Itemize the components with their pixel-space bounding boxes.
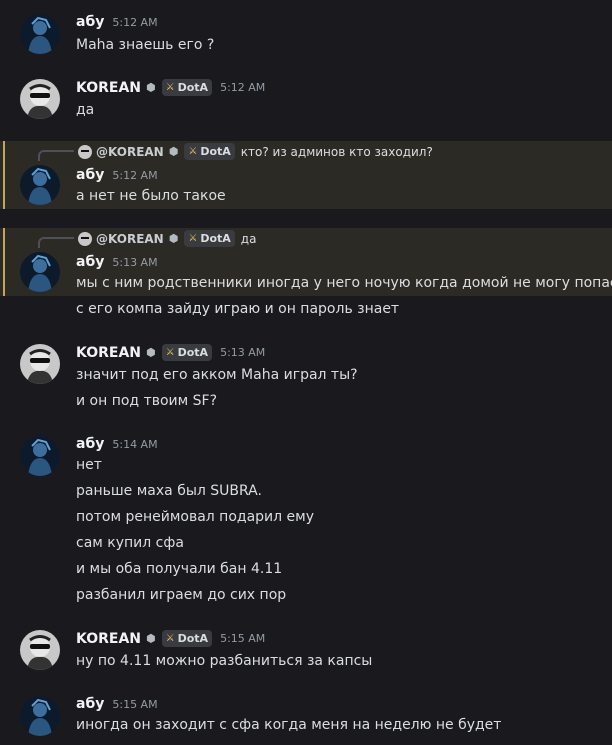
message-text: разбанил играем до сих пор <box>76 587 287 603</box>
message-text: иногда он заходит с сфа когда меня на не… <box>76 717 502 733</box>
timestamp: 5:14 AM <box>112 437 158 451</box>
reply-author[interactable]: @KOREAN <box>96 232 164 246</box>
author-name[interactable]: KOREAN <box>76 631 141 647</box>
avatar-abu[interactable] <box>20 436 60 476</box>
server-tag[interactable]: ⚔ DotA <box>161 344 213 361</box>
author-name[interactable]: абу <box>76 436 104 452</box>
message-text: раньше маха был SUBRA. <box>76 483 262 499</box>
shield-icon: ⬢ <box>168 232 179 245</box>
message: абу 5:14 AM нет раньше маха был SUBRA. п… <box>0 428 612 618</box>
reply-avatar <box>78 231 92 246</box>
message: абу 5:12 AM Maha знаешь его ? <box>0 0 612 70</box>
reply-text[interactable]: кто? из админов кто заходил? <box>241 145 433 159</box>
author-name[interactable]: KOREAN <box>76 80 141 96</box>
author-name[interactable]: абу <box>76 14 104 30</box>
reply-reference[interactable]: @KOREAN ⬢ ⚔ DotA да <box>38 229 256 248</box>
reply-spine <box>38 150 74 161</box>
reply-text[interactable]: да <box>241 232 257 246</box>
message-text: с его компа зайду играю и он пароль знае… <box>76 301 400 317</box>
server-tag[interactable]: ⚔ DotA <box>184 230 235 247</box>
message-text: и он под твоим SF? <box>76 393 218 409</box>
message: KOREAN ⬢ ⚔ DotA 5:13 AM значит под его ак… <box>0 336 612 426</box>
timestamp: 5:13 AM <box>220 346 266 359</box>
message-continuation: с его компа зайду играю и он пароль знае… <box>0 296 612 326</box>
message-text: Maha знаешь его ? <box>76 37 215 53</box>
tag-label: DotA <box>200 232 231 245</box>
avatar-abu[interactable] <box>20 14 60 54</box>
sword-icon: ⚔ <box>188 233 198 244</box>
message-reply: @KOREAN ⬢ ⚔ DotA кто? из админов кто захо… <box>0 141 612 209</box>
message-text: потом ренеймовал подарил ему <box>76 509 314 525</box>
author-name[interactable]: абу <box>76 254 104 270</box>
reply-spine <box>38 237 74 248</box>
author-name[interactable]: KOREAN <box>76 345 141 361</box>
shield-icon: ⬢ <box>146 632 156 645</box>
avatar-korean[interactable] <box>20 630 60 670</box>
tag-label: DotA <box>177 632 209 645</box>
avatar-korean[interactable] <box>20 79 60 119</box>
shield-icon: ⬢ <box>146 346 156 359</box>
timestamp: 5:15 AM <box>220 632 266 645</box>
reply-reference[interactable]: @KOREAN ⬢ ⚔ DotA кто? из админов кто захо… <box>38 142 433 161</box>
message-text: значит под его акком Maha играл ты? <box>76 367 358 383</box>
timestamp: 5:15 AM <box>112 697 158 711</box>
message: KOREAN ⬢ ⚔ DotA 5:12 AM да <box>0 70 612 140</box>
message-text: мы с ним родственники иногда у него ночу… <box>76 275 612 291</box>
tag-label: DotA <box>200 145 231 158</box>
server-tag[interactable]: ⚔ DotA <box>161 79 213 96</box>
timestamp: 5:12 AM <box>112 168 158 182</box>
message-text: нет <box>76 457 102 473</box>
sword-icon: ⚔ <box>188 146 198 157</box>
author-name[interactable]: абу <box>76 167 104 183</box>
avatar-abu[interactable] <box>20 252 60 292</box>
sword-icon: ⚔ <box>165 347 175 358</box>
reply-author[interactable]: @KOREAN <box>96 145 164 159</box>
message-text: ну по 4.11 можно разбаниться за капсы <box>76 653 373 669</box>
message-reply: @KOREAN ⬢ ⚔ DotA да абу 5:13 AM мы с ним … <box>0 228 612 296</box>
message: KOREAN ⬢ ⚔ DotA 5:15 AM ну по 4.11 можно … <box>0 622 612 684</box>
shield-icon: ⬢ <box>168 145 179 158</box>
message-text: да <box>76 102 95 118</box>
tag-label: DotA <box>177 346 209 359</box>
timestamp: 5:12 AM <box>220 81 266 94</box>
message-text: и мы оба получали бан 4.11 <box>76 561 283 577</box>
author-name[interactable]: абу <box>76 696 104 712</box>
timestamp: 5:12 AM <box>112 15 158 29</box>
avatar-abu[interactable] <box>20 696 60 736</box>
avatar-korean[interactable] <box>20 344 60 384</box>
message-text: а нет не было такое <box>76 188 226 204</box>
server-tag[interactable]: ⚔ DotA <box>184 143 235 160</box>
tag-label: DotA <box>177 81 209 94</box>
server-tag[interactable]: ⚔ DotA <box>161 630 213 647</box>
shield-icon: ⬢ <box>146 81 156 94</box>
avatar-abu[interactable] <box>20 165 60 205</box>
chat-window: { "users": { "abu": { "name": "абу" }, "… <box>0 0 612 745</box>
sword-icon: ⚔ <box>165 633 175 644</box>
timestamp: 5:13 AM <box>112 255 158 269</box>
reply-avatar <box>78 144 92 159</box>
sword-icon: ⚔ <box>165 82 175 93</box>
message-text: сам купил сфа <box>76 535 184 551</box>
message: абу 5:15 AM иногда он заходит с сфа когд… <box>0 688 612 745</box>
